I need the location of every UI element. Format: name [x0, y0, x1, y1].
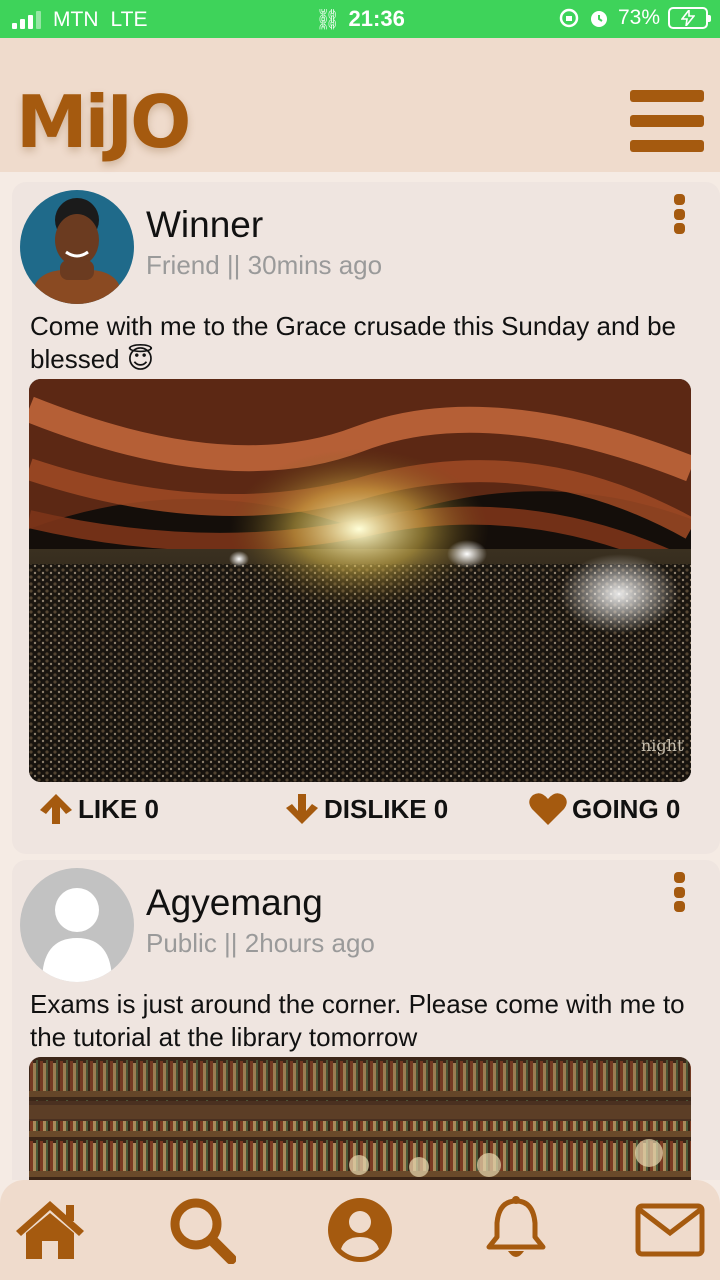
post-card: Agyemang Public || 2hours ago Exams is j…	[12, 860, 720, 1180]
avatar[interactable]	[20, 190, 134, 304]
avatar[interactable]	[20, 868, 134, 982]
like-button[interactable]: LIKE 0	[38, 792, 159, 826]
post-image[interactable]	[29, 1057, 691, 1180]
dislike-label: DISLIKE 0	[324, 793, 449, 824]
menu-icon-bar	[630, 115, 704, 127]
clock: 21:36	[348, 6, 405, 31]
dot	[673, 872, 685, 883]
menu-button[interactable]	[630, 90, 704, 152]
nav-home[interactable]	[12, 1192, 88, 1268]
nav-profile[interactable]	[322, 1192, 398, 1268]
post-options-button[interactable]	[672, 872, 686, 912]
image-watermark: night	[641, 736, 684, 755]
status-bar: MTN LTE ⛓ 21:36 73%	[0, 0, 720, 38]
feed[interactable]: Winner Friend || 30mins ago Come with me…	[0, 172, 720, 1180]
dot	[673, 886, 685, 898]
like-label: LIKE 0	[78, 793, 159, 824]
dislike-button[interactable]: DISLIKE 0	[284, 792, 448, 826]
post-image[interactable]: night	[29, 379, 691, 782]
post-text: Come with me to the Grace crusade this S…	[30, 311, 677, 374]
alarm-icon	[590, 11, 607, 27]
post-meta: Public || 2hours ago	[146, 928, 375, 958]
post-author[interactable]: Winner	[146, 204, 263, 246]
app-logo: MiJO	[16, 80, 191, 164]
nav-notifications[interactable]	[478, 1192, 554, 1268]
dot	[673, 223, 685, 234]
battery-percent: 73%	[617, 6, 660, 29]
going-button[interactable]: GOING 0	[528, 792, 680, 826]
mail-icon	[635, 1203, 705, 1257]
arrow-up-icon	[40, 794, 72, 824]
battery-icon	[668, 7, 711, 29]
home-icon	[16, 1201, 84, 1259]
post-text: Exams is just around the corner. Please …	[30, 989, 685, 1052]
post-options-button[interactable]	[672, 194, 686, 234]
rotation-lock-icon	[559, 8, 579, 28]
link-icon: ⛓	[315, 9, 341, 31]
post-actions: LIKE 0 DISLIKE 0 GOING 0	[12, 792, 720, 834]
post-meta: Friend || 30mins ago	[146, 250, 383, 280]
nav-messages[interactable]	[632, 1192, 708, 1268]
menu-icon-bar	[630, 90, 704, 102]
nav-search[interactable]	[164, 1192, 240, 1268]
status-right: 73%	[558, 6, 711, 30]
dot	[673, 194, 685, 205]
post-author[interactable]: Agyemang	[146, 882, 323, 924]
dot	[673, 901, 685, 912]
arrow-down-icon	[286, 794, 318, 824]
profile-icon	[328, 1198, 392, 1262]
dot	[673, 208, 685, 220]
menu-icon-bar	[630, 140, 704, 152]
heart-icon	[529, 793, 567, 825]
bottom-nav	[0, 1180, 720, 1280]
going-label: GOING 0	[572, 793, 681, 824]
bell-icon	[486, 1196, 546, 1257]
app-header: MiJO	[0, 38, 720, 172]
search-icon	[170, 1198, 236, 1264]
post-card: Winner Friend || 30mins ago Come with me…	[12, 182, 720, 854]
